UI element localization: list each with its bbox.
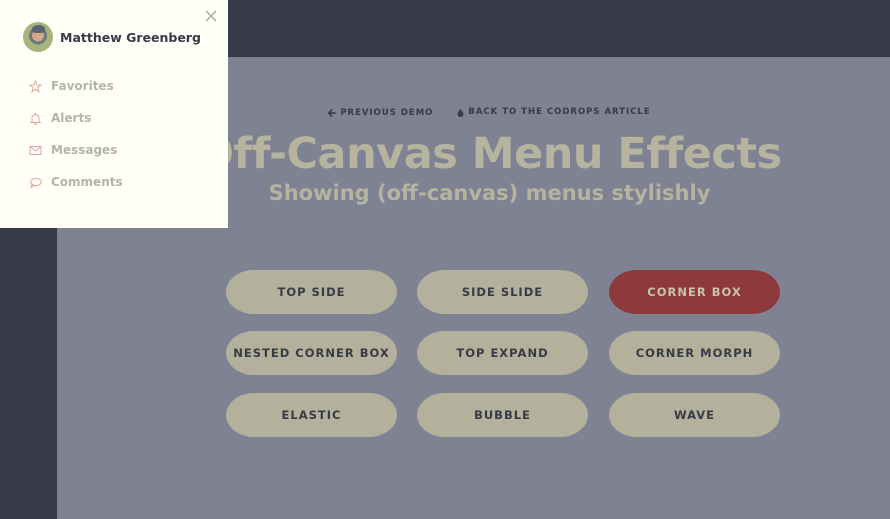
menu-item-alerts[interactable]: Alerts bbox=[29, 102, 123, 134]
speech-bubble-icon bbox=[30, 177, 42, 188]
user-name: Matthew Greenberg bbox=[60, 29, 201, 45]
demo-button-corner-box[interactable]: CORNER BOX bbox=[609, 270, 780, 314]
close-icon[interactable] bbox=[204, 9, 218, 23]
envelope-icon bbox=[29, 145, 42, 155]
user-profile[interactable]: Matthew Greenberg bbox=[23, 22, 201, 52]
demo-button-bubble[interactable]: BUBBLE bbox=[417, 393, 588, 437]
star-icon bbox=[29, 79, 42, 93]
menu-item-messages[interactable]: Messages bbox=[29, 134, 123, 166]
demo-button-top-expand[interactable]: TOP EXPAND bbox=[417, 331, 588, 375]
off-canvas-menu: Matthew Greenberg Favorites Alerts Messa… bbox=[0, 0, 228, 228]
demo-button-top-side[interactable]: TOP SIDE bbox=[226, 270, 397, 314]
previous-demo-label: PREVIOUS DEMO bbox=[340, 107, 434, 118]
demo-button-nested-corner-box[interactable]: NESTED CORNER BOX bbox=[226, 331, 397, 375]
demo-button-side-slide[interactable]: SIDE SLIDE bbox=[417, 270, 588, 314]
menu-item-comments[interactable]: Comments bbox=[29, 166, 123, 198]
codrops-article-link[interactable]: BACK TO THE CODROPS ARTICLE bbox=[457, 107, 650, 117]
demo-button-wave[interactable]: WAVE bbox=[609, 393, 780, 437]
demo-button-corner-morph[interactable]: CORNER MORPH bbox=[609, 331, 780, 375]
droplet-icon bbox=[457, 107, 464, 117]
menu-item-label: Messages bbox=[51, 143, 118, 157]
menu-list: Favorites Alerts Messages Comments bbox=[29, 70, 123, 198]
menu-item-label: Favorites bbox=[51, 79, 114, 93]
previous-demo-link[interactable]: PREVIOUS DEMO bbox=[328, 108, 433, 118]
codrops-article-label: BACK TO THE CODROPS ARTICLE bbox=[468, 107, 651, 117]
menu-item-label: Alerts bbox=[51, 111, 92, 125]
bell-icon bbox=[29, 112, 42, 125]
avatar bbox=[23, 22, 53, 52]
arrow-left-icon bbox=[328, 108, 336, 117]
menu-item-favorites[interactable]: Favorites bbox=[29, 70, 123, 102]
demo-button-elastic[interactable]: ELASTIC bbox=[226, 393, 397, 437]
menu-item-label: Comments bbox=[51, 175, 123, 189]
